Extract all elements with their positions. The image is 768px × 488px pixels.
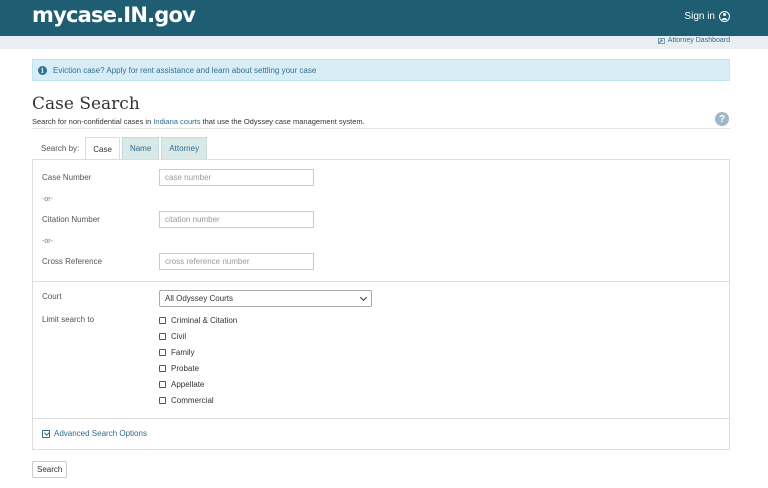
search-by-label: Search by:: [41, 144, 80, 153]
checkbox[interactable]: [159, 317, 166, 324]
checkbox-label: Family: [171, 348, 195, 357]
eviction-alert: i Eviction case? Apply for rent assistan…: [32, 59, 730, 81]
sub-navbar: Attorney Dashboard: [0, 36, 768, 49]
checkbox-probate[interactable]: Probate: [159, 364, 199, 373]
checkbox-label: Probate: [171, 364, 200, 373]
or-separator: -or-: [42, 196, 53, 203]
page-title: Case Search: [32, 94, 140, 114]
checkbox[interactable]: [159, 381, 166, 388]
tab-attorney[interactable]: Attorney: [161, 137, 208, 159]
court-select-value: All Odyssey Courts: [165, 294, 234, 303]
indiana-courts-link[interactable]: Indiana courts: [153, 117, 200, 126]
limit-search-label: Limit search to: [42, 315, 95, 324]
attorney-dashboard-link[interactable]: Attorney Dashboard: [657, 37, 730, 44]
search-form-panel: Case Number -or- Citation Number -or- Cr…: [32, 159, 730, 450]
citation-number-label: Citation Number: [42, 215, 100, 224]
divider: [33, 418, 729, 419]
info-icon: i: [38, 65, 47, 75]
checkbox[interactable]: [159, 349, 166, 356]
divider: [33, 281, 729, 282]
or-separator: -or-: [42, 238, 53, 245]
checkbox[interactable]: [159, 333, 166, 340]
case-number-label: Case Number: [42, 173, 92, 182]
sign-in-link[interactable]: Sign in: [684, 11, 730, 22]
case-number-input[interactable]: [159, 169, 314, 186]
search-button[interactable]: Search: [32, 461, 68, 478]
checkbox-civil[interactable]: Civil: [159, 332, 186, 341]
checkbox-appellate[interactable]: Appellate: [159, 380, 204, 389]
subtitle-text-2: that use the Odyssey case management sys…: [200, 117, 365, 126]
sign-in-label: Sign in: [684, 11, 715, 22]
cross-reference-input[interactable]: [159, 253, 314, 270]
checkbox-label: Commercial: [171, 396, 214, 405]
top-navbar: mycase.IN.gov Sign in: [0, 0, 768, 36]
search-by-tabs: Search by: Case Name Attorney: [32, 137, 208, 160]
site-logo[interactable]: mycase.IN.gov: [32, 3, 196, 27]
checkbox-label: Criminal & Citation: [171, 316, 238, 325]
cross-reference-label: Cross Reference: [42, 257, 103, 266]
page-subtitle: Search for non-confidential cases in Ind…: [32, 117, 365, 126]
checkbox[interactable]: [159, 365, 166, 372]
attorney-dashboard-label: Attorney Dashboard: [667, 37, 730, 44]
advanced-search-toggle[interactable]: Advanced Search Options: [42, 429, 147, 438]
checkbox-commercial[interactable]: Commercial: [159, 396, 214, 405]
court-label: Court: [42, 292, 62, 301]
subtitle-text-1: Search for non-confidential cases in: [32, 117, 154, 126]
citation-number-input[interactable]: [159, 211, 314, 228]
advanced-search-label: Advanced Search Options: [54, 429, 147, 438]
help-icon[interactable]: ?: [715, 112, 729, 126]
divider: [32, 128, 730, 129]
user-circle-icon: [719, 11, 730, 22]
checkbox-family[interactable]: Family: [159, 348, 195, 357]
arrow-icon: [657, 37, 665, 44]
tab-name[interactable]: Name: [121, 137, 160, 159]
chevron-down-icon: [359, 293, 368, 302]
eviction-alert-link[interactable]: Eviction case? Apply for rent assistance…: [53, 66, 316, 75]
checkbox[interactable]: [159, 397, 166, 404]
tab-case[interactable]: Case: [85, 137, 120, 160]
court-select[interactable]: All Odyssey Courts: [159, 290, 372, 307]
expand-icon: [42, 429, 50, 438]
checkbox-label: Appellate: [171, 380, 205, 389]
checkbox-criminal-citation[interactable]: Criminal & Citation: [159, 316, 237, 325]
checkbox-label: Civil: [171, 332, 187, 341]
